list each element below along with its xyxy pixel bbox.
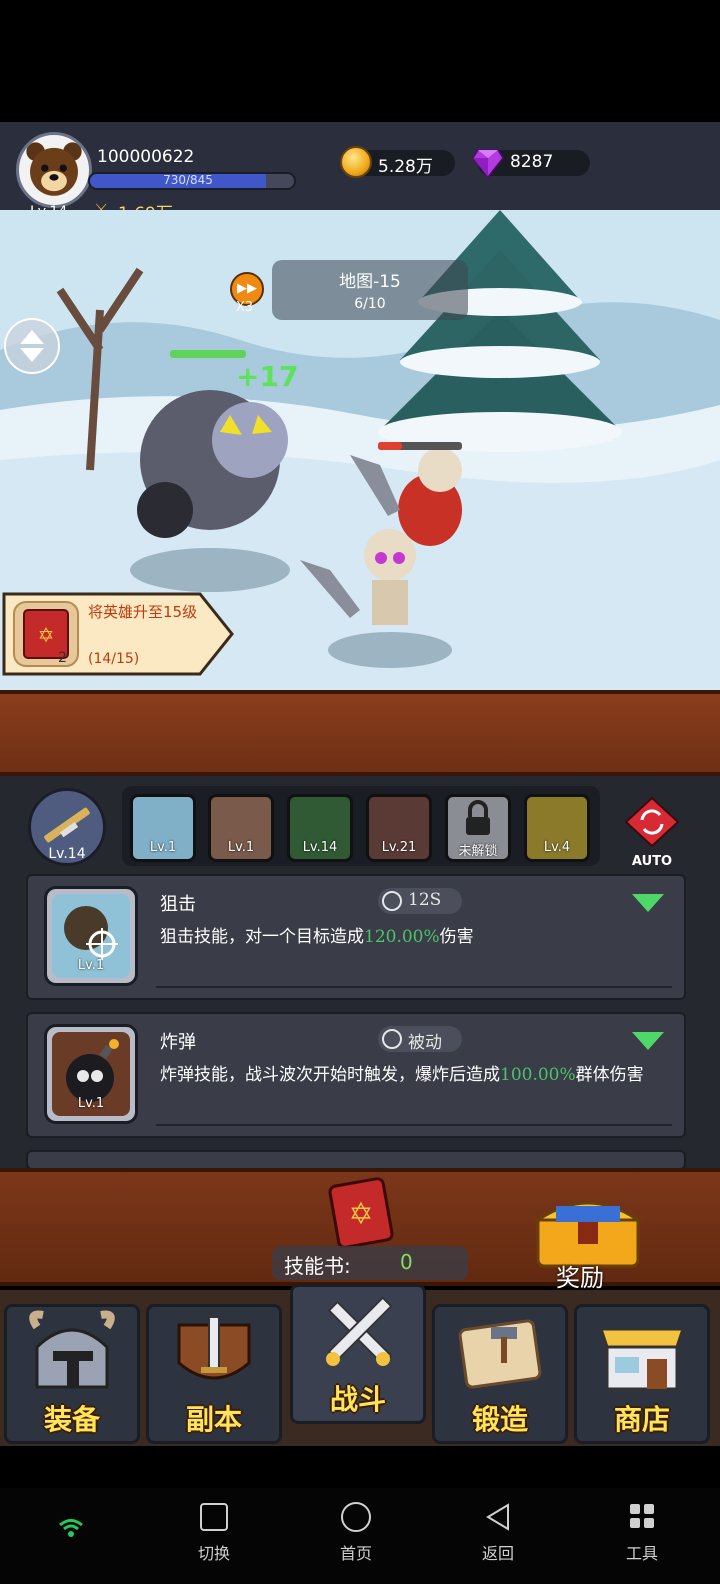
sword-shield-icon bbox=[177, 1316, 251, 1380]
auto-refresh-icon[interactable] bbox=[620, 796, 684, 848]
scroll-hammer-icon bbox=[458, 1319, 542, 1389]
reward-label: 奖励 bbox=[556, 1264, 604, 1292]
skill-slot-level: Lv.1 bbox=[227, 840, 255, 855]
skill-slot-level: Lv.21 bbox=[381, 840, 417, 855]
weapon-level: Lv.14 bbox=[48, 846, 86, 862]
clock-icon bbox=[382, 891, 402, 911]
player-avatar[interactable] bbox=[16, 132, 92, 208]
switch-button[interactable] bbox=[200, 1503, 228, 1531]
gem-amount: 8287 bbox=[510, 152, 554, 172]
home-label: 首页 bbox=[339, 1544, 372, 1563]
skill-name: 炸弹 bbox=[160, 1032, 196, 1053]
svg-text:✡: ✡ bbox=[348, 1197, 373, 1232]
back-label: 返回 bbox=[481, 1544, 514, 1563]
expand-arrow-icon[interactable] bbox=[632, 894, 664, 912]
quest-reward-count: 2 bbox=[58, 650, 67, 666]
skill-book-icon[interactable]: ✡ bbox=[320, 1176, 402, 1248]
skill-slot-level: Lv.4 bbox=[543, 840, 571, 855]
speed-multiplier: X3 bbox=[236, 300, 254, 315]
skill-cooldown: 12S bbox=[408, 890, 442, 910]
coin-amount: 5.28万 bbox=[378, 157, 433, 177]
fast-forward-icon: ▶▶ bbox=[237, 281, 257, 296]
clock-icon bbox=[382, 1029, 402, 1049]
wood-divider bbox=[0, 690, 720, 776]
skill-slot-level: Lv.14 bbox=[302, 840, 338, 855]
home-button[interactable] bbox=[341, 1502, 371, 1532]
damage-popup: +17 bbox=[236, 360, 299, 393]
card-divider bbox=[156, 1124, 672, 1126]
quest-title: 将英雄升至15级 bbox=[88, 603, 198, 621]
player-id: 100000622 bbox=[97, 147, 195, 167]
lock-icon bbox=[466, 800, 490, 835]
tab-label: 战斗 bbox=[329, 1383, 386, 1416]
wave-progress: 6/10 bbox=[354, 296, 386, 312]
skill-book-label: 技能书: bbox=[284, 1254, 351, 1278]
skill-slot-level: Lv.1 bbox=[149, 840, 177, 855]
wifi-icon bbox=[59, 1519, 83, 1537]
crossed-swords-icon bbox=[326, 1296, 393, 1366]
bear-avatar-icon bbox=[26, 142, 82, 196]
tools-label: 工具 bbox=[625, 1544, 658, 1563]
quest-progress: (14/15) bbox=[88, 651, 140, 667]
skill-description: 炸弹技能，战斗波次开始时触发，爆炸后造成100.00%群体伤害 bbox=[160, 1065, 644, 1085]
xp-text: 730/845 bbox=[163, 173, 213, 187]
helmet-icon bbox=[29, 1310, 115, 1389]
shop-icon bbox=[598, 1327, 686, 1391]
skill-slot-level: 未解锁 bbox=[458, 844, 498, 859]
coin-icon bbox=[340, 146, 372, 178]
switch-label: 切换 bbox=[197, 1544, 230, 1563]
expand-arrow-icon[interactable] bbox=[632, 1032, 664, 1050]
scene-toggle-button[interactable] bbox=[4, 318, 60, 374]
tab-label: 锻造 bbox=[471, 1403, 528, 1436]
tab-label: 装备 bbox=[43, 1403, 100, 1436]
tools-grid-icon[interactable] bbox=[628, 1502, 656, 1530]
skill-card-partial[interactable] bbox=[26, 1150, 686, 1170]
card-divider bbox=[156, 986, 672, 988]
auto-label: AUTO bbox=[631, 854, 673, 869]
skill-card-level: Lv.1 bbox=[77, 958, 105, 973]
up-down-arrows-icon bbox=[20, 330, 44, 362]
map-name: 地图-15 bbox=[339, 272, 401, 292]
skill-name: 狙击 bbox=[160, 894, 196, 915]
skill-description: 狙击技能，对一个目标造成120.00%伤害 bbox=[160, 927, 474, 947]
back-button[interactable] bbox=[484, 1502, 512, 1532]
tab-label: 副本 bbox=[185, 1403, 242, 1436]
skill-book-count: 0 bbox=[400, 1250, 413, 1274]
skill-type: 被动 bbox=[408, 1033, 442, 1053]
gem-icon bbox=[472, 149, 504, 178]
skill-card-level: Lv.1 bbox=[77, 1096, 105, 1111]
tab-label: 商店 bbox=[613, 1403, 670, 1436]
